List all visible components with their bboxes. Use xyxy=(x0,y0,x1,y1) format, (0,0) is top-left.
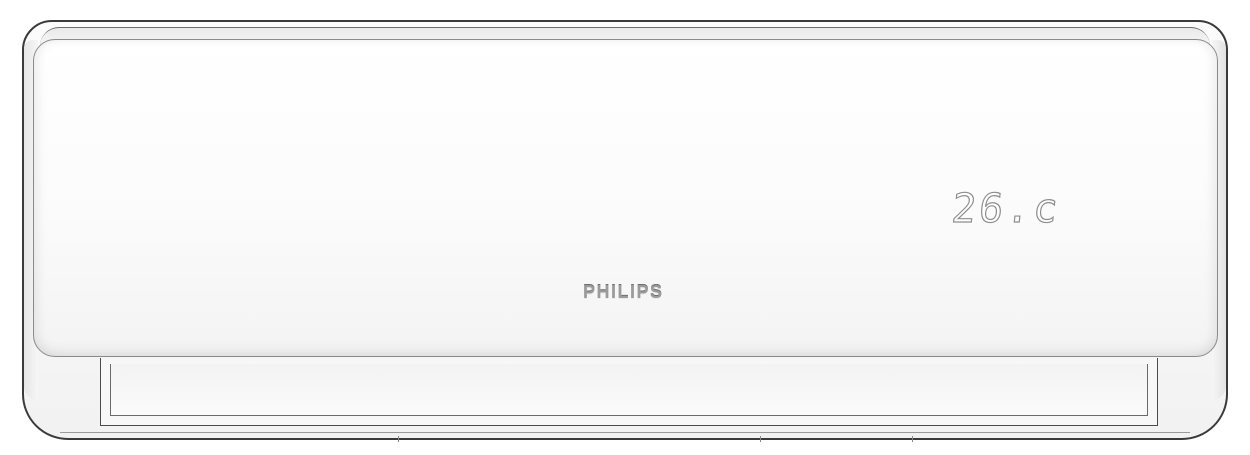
temperature-display: 26.c xyxy=(949,185,1063,232)
air-conditioner-image: 26.c PHILIPS xyxy=(0,0,1250,455)
brand-logo: PHILIPS xyxy=(583,282,664,302)
bottom-tick xyxy=(912,436,913,442)
bottom-edge xyxy=(60,432,1190,433)
bottom-tick xyxy=(398,436,399,442)
air-louver xyxy=(110,364,1148,416)
bottom-tick xyxy=(760,436,761,442)
